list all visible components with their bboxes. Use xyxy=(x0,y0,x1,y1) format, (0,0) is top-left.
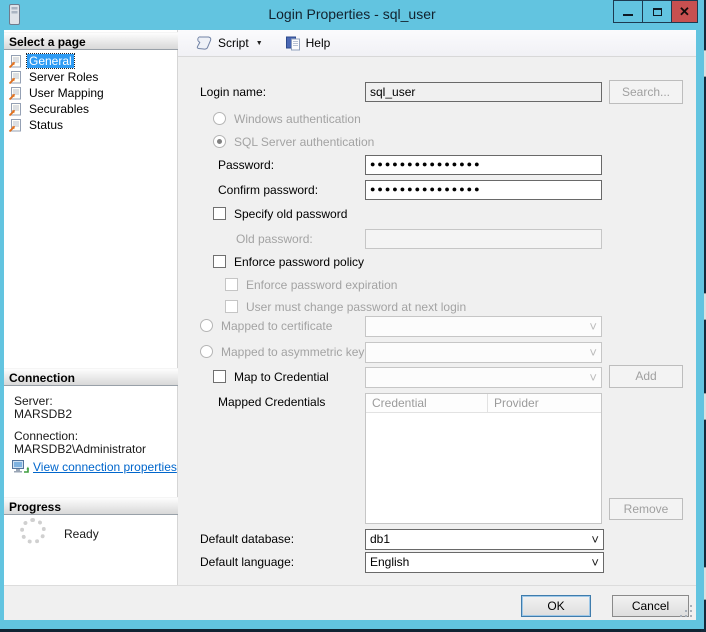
table-header-row: Credential Provider xyxy=(366,394,601,413)
windows-auth-label: Windows authentication xyxy=(234,112,361,126)
map-to-credential-label: Map to Credential xyxy=(234,370,329,384)
old-password-input[interactable] xyxy=(365,229,602,249)
mapped-asymmetric-key-label: Mapped to asymmetric key xyxy=(221,345,364,359)
maximize-button[interactable] xyxy=(642,0,672,23)
login-name-label: Login name: xyxy=(200,85,266,99)
must-change-password-checkbox[interactable] xyxy=(225,300,238,313)
script-label: Script xyxy=(218,36,249,50)
script-dropdown-icon: ▼ xyxy=(256,40,263,47)
main-panel: Script ▼ Help Login name: sql_user xyxy=(178,30,696,585)
mapped-certificate-label: Mapped to certificate xyxy=(221,319,332,333)
close-button[interactable]: ✕ xyxy=(671,0,698,23)
connection-properties-icon xyxy=(12,460,29,474)
cancel-button[interactable]: Cancel xyxy=(612,595,689,617)
default-language-combo[interactable]: English ˅ xyxy=(365,552,604,573)
sidebar-item-label: User Mapping xyxy=(27,86,106,100)
asymmetric-key-combo[interactable]: ˅ xyxy=(365,342,602,363)
chevron-down-icon: ˅ xyxy=(591,554,599,571)
mapped-certificate-radio[interactable] xyxy=(200,319,213,332)
screen: Login Properties - sql_user ✕ Select a p… xyxy=(0,0,706,632)
mapped-credentials-label: Mapped Credentials xyxy=(218,395,325,409)
specify-old-password-label: Specify old password xyxy=(234,207,347,221)
enforce-policy-label: Enforce password policy xyxy=(234,255,364,269)
minimize-icon xyxy=(623,14,633,16)
password-input[interactable]: ●●●●●●●●●●●●●●● xyxy=(365,155,602,175)
sql-auth-label: SQL Server authentication xyxy=(234,135,374,149)
search-button[interactable]: Search... xyxy=(609,80,683,104)
login-name-input[interactable]: sql_user xyxy=(365,82,602,102)
credential-combo[interactable]: ˅ xyxy=(365,367,602,388)
resize-grip[interactable] xyxy=(680,605,693,618)
page-icon xyxy=(8,55,23,68)
page-icon xyxy=(8,71,23,84)
footer: OK Cancel xyxy=(4,585,696,620)
map-to-credential-checkbox[interactable] xyxy=(213,370,226,383)
dialog-body: Select a page General Server R xyxy=(4,30,696,620)
chevron-down-icon: ˅ xyxy=(589,369,597,386)
column-header-credential[interactable]: Credential xyxy=(366,394,488,412)
chevron-down-icon: ˅ xyxy=(589,344,597,361)
password-label: Password: xyxy=(218,158,274,172)
window-title: Login Properties - sql_user xyxy=(0,6,704,22)
script-button[interactable]: Script ▼ xyxy=(192,34,267,52)
enforce-expiration-label: Enforce password expiration xyxy=(246,278,397,292)
column-header-provider[interactable]: Provider xyxy=(488,394,601,412)
sidebar-item-label: Server Roles xyxy=(27,70,100,84)
server-value: MARSDB2 xyxy=(14,407,72,421)
sidebar-item-server-roles[interactable]: Server Roles xyxy=(8,69,100,85)
sidebar-item-label: Status xyxy=(27,118,65,132)
chevron-down-icon: ˅ xyxy=(591,531,599,548)
sidebar-item-label: General xyxy=(27,54,74,68)
enforce-policy-checkbox[interactable] xyxy=(213,255,226,268)
close-icon: ✕ xyxy=(679,5,690,18)
help-icon xyxy=(285,36,301,51)
sidebar-item-label: Securables xyxy=(27,102,91,116)
windows-auth-radio[interactable] xyxy=(213,112,226,125)
mapped-asymmetric-key-radio[interactable] xyxy=(200,345,213,358)
default-language-label: Default language: xyxy=(200,555,294,569)
toolbar: Script ▼ Help xyxy=(178,30,696,57)
default-language-value: English xyxy=(370,555,409,569)
chevron-down-icon: ˅ xyxy=(589,318,597,335)
help-button[interactable]: Help xyxy=(281,34,335,53)
sidebar: Select a page General Server R xyxy=(4,30,178,585)
connection-value: MARSDB2\Administrator xyxy=(14,442,146,456)
remove-button[interactable]: Remove xyxy=(609,498,683,520)
sidebar-item-general[interactable]: General xyxy=(8,53,74,69)
sidebar-item-status[interactable]: Status xyxy=(8,117,65,133)
view-connection-properties-link[interactable]: View connection properties xyxy=(33,460,177,474)
add-button[interactable]: Add xyxy=(609,365,683,388)
page-icon xyxy=(8,87,23,100)
mapped-credentials-table[interactable]: Credential Provider xyxy=(365,393,602,524)
progress-header: Progress xyxy=(4,497,178,515)
login-properties-dialog: Login Properties - sql_user ✕ Select a p… xyxy=(0,0,704,629)
default-database-value: db1 xyxy=(370,532,390,546)
script-icon xyxy=(196,36,213,50)
must-change-password-label: User must change password at next login xyxy=(246,300,466,314)
old-password-label: Old password: xyxy=(236,232,313,246)
progress-spinner-icon xyxy=(20,518,46,544)
ok-button[interactable]: OK xyxy=(521,595,591,617)
maximize-icon xyxy=(653,8,662,16)
page-icon xyxy=(8,103,23,116)
select-a-page-header: Select a page xyxy=(4,32,178,50)
server-label: Server: xyxy=(14,394,53,408)
connection-label: Connection: xyxy=(14,429,78,443)
titlebar[interactable]: Login Properties - sql_user ✕ xyxy=(0,0,704,30)
specify-old-password-checkbox[interactable] xyxy=(213,207,226,220)
sidebar-item-securables[interactable]: Securables xyxy=(8,101,91,117)
default-database-combo[interactable]: db1 ˅ xyxy=(365,529,604,550)
confirm-password-input[interactable]: ●●●●●●●●●●●●●●● xyxy=(365,180,602,200)
progress-status: Ready xyxy=(64,527,99,541)
connection-header: Connection xyxy=(4,368,178,386)
default-database-label: Default database: xyxy=(200,532,294,546)
confirm-password-label: Confirm password: xyxy=(218,183,318,197)
minimize-button[interactable] xyxy=(613,0,643,23)
page-icon xyxy=(8,119,23,132)
enforce-expiration-checkbox[interactable] xyxy=(225,278,238,291)
help-label: Help xyxy=(306,36,331,50)
sql-auth-radio[interactable] xyxy=(213,135,226,148)
certificate-combo[interactable]: ˅ xyxy=(365,316,602,337)
sidebar-item-user-mapping[interactable]: User Mapping xyxy=(8,85,106,101)
